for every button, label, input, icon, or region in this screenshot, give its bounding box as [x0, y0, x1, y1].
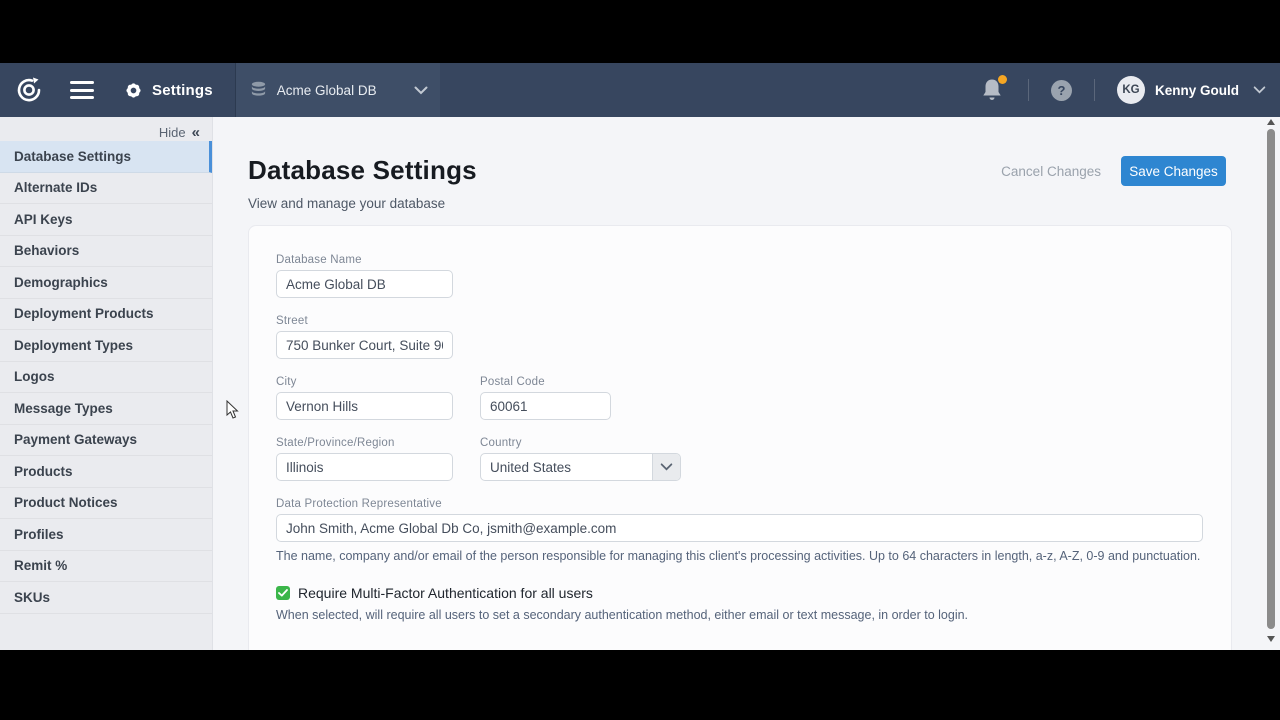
street-group: Street [276, 315, 1231, 359]
sidebar-item-message-types[interactable]: Message Types [0, 393, 212, 425]
postal-code-field[interactable] [480, 392, 611, 420]
sidebar-item-behaviors[interactable]: Behaviors [0, 236, 212, 268]
stage: Settings Acme Global DB [0, 0, 1280, 720]
street-field[interactable] [276, 331, 453, 359]
mouse-cursor [226, 400, 240, 420]
database-selector-dropdown[interactable]: Acme Global DB [236, 63, 440, 117]
user-menu-chevron-icon[interactable] [1253, 86, 1266, 94]
help-icon[interactable]: ? [1051, 80, 1072, 101]
sidebar-item-deployment-types[interactable]: Deployment Types [0, 330, 212, 362]
city-label: City [276, 376, 453, 388]
country-group: Country United States [480, 437, 681, 481]
notifications-button[interactable] [980, 77, 1006, 103]
navbar-right: ? KG Kenny Gould [980, 63, 1280, 117]
state-group: State/Province/Region [276, 437, 453, 481]
avatar[interactable]: KG [1117, 76, 1145, 104]
nav-right-divider [1028, 79, 1029, 101]
sidebar-item-deployment-products[interactable]: Deployment Products [0, 299, 212, 331]
mfa-checkbox[interactable] [276, 586, 290, 600]
sidebar-item-remit-percent[interactable]: Remit % [0, 551, 212, 583]
sidebar-item-alternate-ids[interactable]: Alternate IDs [0, 173, 212, 205]
database-name-group: Database Name [276, 254, 1231, 298]
top-navbar: Settings Acme Global DB [0, 63, 1280, 117]
street-label: Street [276, 315, 1231, 327]
database-name-field[interactable] [276, 270, 453, 298]
state-field[interactable] [276, 453, 453, 481]
sidebar-item-skus[interactable]: SKUs [0, 582, 212, 614]
page-title: Database Settings [248, 155, 477, 186]
sidebar-item-database-settings[interactable]: Database Settings [0, 141, 212, 173]
state-country-row: State/Province/Region Country United Sta… [276, 437, 1231, 481]
chevron-down-icon [414, 86, 428, 95]
mfa-section: Require Multi-Factor Authentication for … [276, 585, 1231, 622]
settings-form-card: Database Name Street City Postal Code [248, 225, 1232, 650]
sidebar-item-profiles[interactable]: Profiles [0, 519, 212, 551]
country-select[interactable]: United States [480, 453, 681, 481]
menu-icon[interactable] [70, 81, 94, 99]
select-chevron-wrap [652, 454, 680, 480]
notification-dot [998, 75, 1007, 84]
header-actions: Cancel Changes Save Changes [1001, 156, 1226, 186]
country-select-value: United States [481, 460, 652, 475]
app-logo-icon[interactable] [0, 75, 58, 105]
nav-settings[interactable]: Settings [124, 63, 235, 117]
collapse-icon: « [192, 125, 200, 140]
city-postal-row: City Postal Code [276, 376, 1231, 420]
nav-settings-label: Settings [152, 82, 213, 99]
city-group: City [276, 376, 453, 420]
sidebar-item-products[interactable]: Products [0, 456, 212, 488]
sidebar-item-payment-gateways[interactable]: Payment Gateways [0, 425, 212, 457]
scrollbar-up-arrow[interactable] [1267, 119, 1275, 125]
data-protection-rep-help: The name, company and/or email of the pe… [276, 549, 1231, 563]
postal-code-label: Postal Code [480, 376, 611, 388]
data-protection-rep-label: Data Protection Representative [276, 498, 1231, 510]
city-field[interactable] [276, 392, 453, 420]
scrollbar-thumb[interactable] [1267, 129, 1275, 629]
mfa-help: When selected, will require all users to… [276, 608, 1231, 622]
sidebar-item-demographics[interactable]: Demographics [0, 267, 212, 299]
main-content: Database Settings View and manage your d… [213, 117, 1280, 650]
country-label: Country [480, 437, 681, 449]
sidebar-item-api-keys[interactable]: API Keys [0, 204, 212, 236]
database-selector-value: Acme Global DB [277, 83, 414, 98]
mfa-row: Require Multi-Factor Authentication for … [276, 585, 1231, 601]
page-subtitle: View and manage your database [248, 196, 477, 211]
state-label: State/Province/Region [276, 437, 453, 449]
app-body: Hide « Database Settings Alternate IDs A… [0, 117, 1280, 650]
user-name: Kenny Gould [1155, 83, 1239, 98]
data-protection-rep-group: Data Protection Representative The name,… [276, 498, 1231, 563]
navbar-left: Settings Acme Global DB [0, 63, 440, 117]
hide-label: Hide [159, 125, 186, 140]
postal-code-group: Postal Code [480, 376, 611, 420]
data-protection-rep-field[interactable] [276, 514, 1203, 542]
sidebar: Hide « Database Settings Alternate IDs A… [0, 117, 213, 650]
save-changes-button[interactable]: Save Changes [1121, 156, 1226, 186]
gear-icon [124, 81, 143, 100]
database-name-label: Database Name [276, 254, 1231, 266]
scrollbar-down-arrow[interactable] [1267, 636, 1275, 642]
database-icon [250, 81, 267, 99]
sidebar-collapse-button[interactable]: Hide « [0, 117, 212, 141]
check-icon [278, 589, 288, 597]
chevron-down-icon [660, 463, 673, 471]
mfa-label: Require Multi-Factor Authentication for … [298, 585, 593, 601]
nav-right-divider [1094, 79, 1095, 101]
page-header: Database Settings View and manage your d… [248, 155, 477, 211]
sidebar-item-product-notices[interactable]: Product Notices [0, 488, 212, 520]
vertical-scrollbar[interactable] [1266, 117, 1277, 650]
cancel-changes-button[interactable]: Cancel Changes [1001, 164, 1101, 179]
sidebar-item-logos[interactable]: Logos [0, 362, 212, 394]
